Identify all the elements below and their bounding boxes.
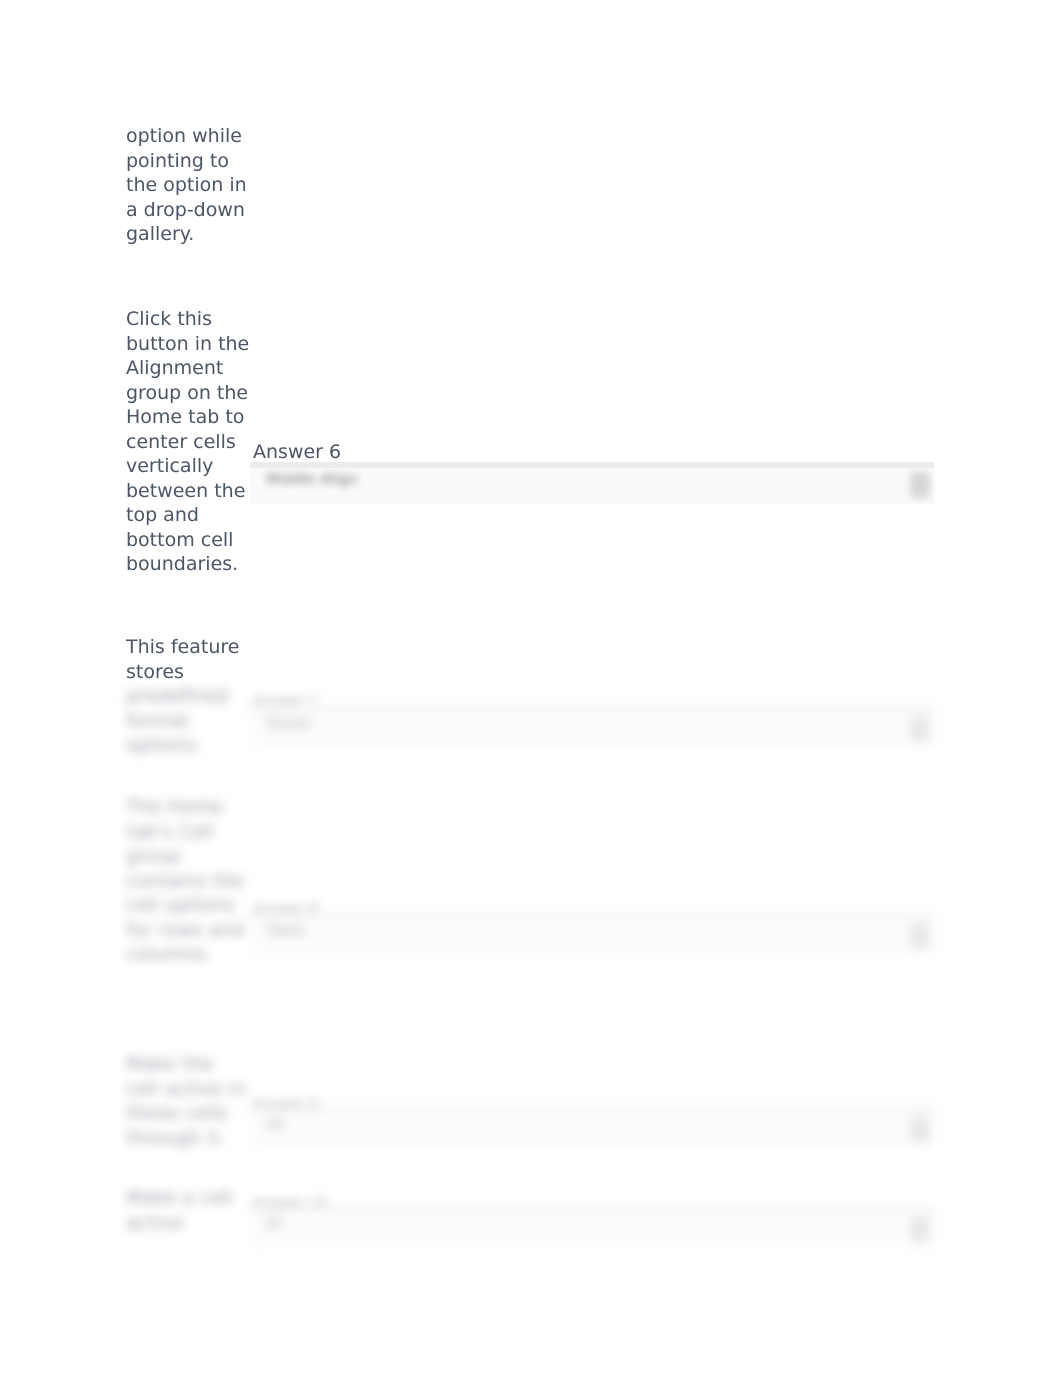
question-text: Make the cell active in these cells thro… [126,1052,251,1150]
question-text: This feature stores predefined format op… [126,635,251,758]
selected-value: Styles [266,714,312,732]
chevron-down-icon [910,716,930,742]
question-text-4-hidden: The Home tab's Cell group contains the c… [126,796,245,965]
answer-select-6[interactable]: Middle Align [250,462,934,504]
chevron-down-icon [910,923,930,949]
question-text-3: This feature stores [126,636,240,683]
question-text-5-hidden: Make the cell active in these cells thro… [126,1053,246,1149]
question-text: Click this button in the Alignment group… [126,307,251,577]
chevron-down-icon [910,1117,930,1143]
question-text-6-hidden: Make a cell active [126,1187,233,1234]
chevron-down-icon [910,472,930,498]
question-text-1: option while pointing to the option in a… [126,125,247,245]
question-text-3-hidden: predefined format options. [126,685,229,756]
answer-select-9[interactable]: All [250,1107,934,1149]
answer-label-6: Answer 6 [253,441,342,463]
chevron-down-icon [910,1216,930,1242]
selected-value: ID [266,1214,282,1232]
answer-select-10[interactable]: ID [250,1206,934,1248]
selected-value: Middle Align [266,470,358,488]
question-text: Make a cell active [126,1186,251,1235]
selected-value: Table [266,921,305,939]
selected-value: All [266,1115,285,1133]
question-text: option while pointing to the option in a… [126,124,251,247]
question-text: The Home tab's Cell group contains the c… [126,795,251,967]
question-text-2: Click this button in the Alignment group… [126,308,250,575]
answer-select-7[interactable]: Styles [250,706,934,748]
answer-select-8[interactable]: Table [250,913,934,955]
